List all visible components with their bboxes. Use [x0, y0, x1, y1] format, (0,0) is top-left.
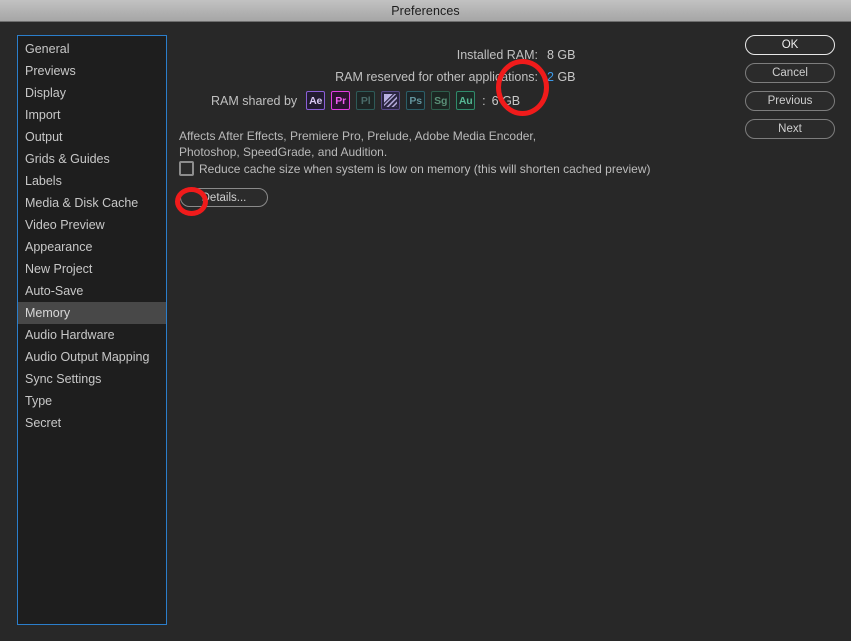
ram-shared-by-label: RAM shared by: [211, 93, 298, 108]
app-icon-premiere-pro: Pr: [331, 91, 351, 110]
window-title: Preferences: [391, 3, 460, 18]
dialog-action-buttons: OK Cancel Previous Next: [745, 35, 835, 139]
sidebar-item-import[interactable]: Import: [18, 104, 166, 126]
previous-button[interactable]: Previous: [745, 91, 835, 111]
app-icon-adobe-media-encoder: [381, 91, 401, 110]
sidebar-item-labels[interactable]: Labels: [18, 170, 166, 192]
sidebar-item-new-project[interactable]: New Project: [18, 258, 166, 280]
reserved-ram-unit: GB: [557, 70, 576, 84]
sidebar-item-general[interactable]: General: [18, 38, 166, 60]
sidebar-item-memory[interactable]: Memory: [18, 302, 166, 324]
reserved-ram-value: 2: [547, 70, 554, 84]
window-title-bar: Preferences: [0, 0, 851, 22]
sidebar-item-video-preview[interactable]: Video Preview: [18, 214, 166, 236]
preferences-category-list[interactable]: General Previews Display Import Output Grids …: [17, 35, 167, 625]
sidebar-item-grids-guides[interactable]: Grids & Guides: [18, 148, 166, 170]
sidebar-item-display[interactable]: Display: [18, 82, 166, 104]
sidebar-item-secret[interactable]: Secret: [18, 412, 166, 434]
next-button[interactable]: Next: [745, 119, 835, 139]
ram-shared-by-row: RAM shared by Ae Pr Pl Ps Sg Au : 6 GB: [211, 91, 520, 110]
reduce-cache-checkbox[interactable]: [179, 161, 194, 176]
ok-button[interactable]: OK: [745, 35, 835, 55]
ram-shared-colon: :: [482, 93, 486, 108]
media-encoder-glyph: [384, 94, 398, 107]
sidebar-item-audio-output-mapping[interactable]: Audio Output Mapping: [18, 346, 166, 368]
sidebar-item-output[interactable]: Output: [18, 126, 166, 148]
ram-shared-total-value: 6 GB: [491, 93, 521, 108]
sidebar-item-type[interactable]: Type: [18, 390, 166, 412]
reserved-ram-label: RAM reserved for other applications:: [335, 70, 538, 84]
installed-ram-label: Installed RAM:: [456, 48, 538, 62]
details-button[interactable]: Details...: [180, 188, 268, 207]
app-icon-after-effects: Ae: [306, 91, 326, 110]
app-icon-speedgrade: Sg: [431, 91, 451, 110]
shared-app-icon-strip: Ae Pr Pl Ps Sg Au: [306, 91, 476, 110]
reduce-cache-row[interactable]: Reduce cache size when system is low on …: [179, 161, 651, 176]
reduce-cache-label: Reduce cache size when system is low on …: [199, 161, 651, 176]
app-icon-prelude: Pl: [356, 91, 376, 110]
preferences-window: t ◕ Preferences GeneralPreviewsDisplayIm…: [0, 0, 851, 641]
reserved-ram-row: RAM reserved for other applications: 2 G…: [243, 70, 576, 84]
sidebar-item-appearance[interactable]: Appearance: [18, 236, 166, 258]
sidebar-item-previews[interactable]: Previews: [18, 60, 166, 82]
sidebar-item-media-disk-cache[interactable]: Media & Disk Cache: [18, 192, 166, 214]
cancel-button[interactable]: Cancel: [745, 63, 835, 83]
sidebar-item-audio-hardware[interactable]: Audio Hardware: [18, 324, 166, 346]
app-icon-photoshop: Ps: [406, 91, 426, 110]
installed-ram-value: 8 GB: [547, 48, 576, 62]
sidebar-item-sync-settings[interactable]: Sync Settings: [18, 368, 166, 390]
sidebar-item-auto-save[interactable]: Auto-Save: [18, 280, 166, 302]
affects-applications-text: Affects After Effects, Premiere Pro, Pre…: [179, 129, 537, 159]
dialog-body: General Previews Display Import Output Grids …: [0, 22, 851, 641]
app-icon-audition: Au: [456, 91, 476, 110]
reserved-ram-field[interactable]: 2 GB: [547, 70, 576, 84]
installed-ram-row: Installed RAM: 8 GB: [243, 48, 576, 62]
